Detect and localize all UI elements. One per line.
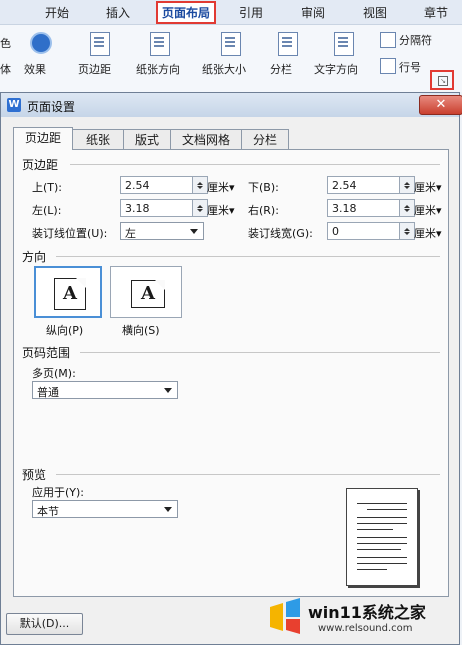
- effects-icon[interactable]: [30, 32, 52, 54]
- gutter-width-unit[interactable]: 厘米▾: [414, 225, 442, 241]
- watermark: win11系统之家 www.relsound.com: [258, 593, 458, 641]
- landscape-option[interactable]: A: [110, 266, 182, 318]
- separator-icon[interactable]: [380, 32, 396, 48]
- divider: [70, 164, 440, 165]
- tab-margins[interactable]: 页边距: [13, 127, 73, 150]
- ribbon-cut-label-2: 体: [0, 63, 11, 76]
- tab-paper[interactable]: 纸张: [72, 129, 124, 149]
- default-button[interactable]: 默认(D)...: [6, 613, 83, 635]
- divider: [56, 256, 440, 257]
- gutter-position-label: 装订线位置(U):: [32, 227, 108, 240]
- orientation-section-title: 方向: [22, 250, 47, 264]
- separator-button[interactable]: 分隔符: [399, 32, 432, 48]
- paper-size-icon[interactable]: [221, 32, 241, 56]
- right-margin-value: 3.18: [332, 202, 357, 215]
- right-margin-label: 右(R):: [248, 204, 279, 217]
- tab-columns[interactable]: 分栏: [241, 129, 289, 149]
- margins-section-title: 页边距: [22, 158, 59, 172]
- menu-chapter[interactable]: 章节: [424, 4, 448, 21]
- multi-page-select[interactable]: 普通: [32, 381, 178, 399]
- spinner-arrows-icon[interactable]: [399, 177, 414, 193]
- left-margin-label: 左(L):: [32, 204, 62, 217]
- close-icon: ✕: [435, 97, 447, 112]
- gutter-width-value: 0: [332, 225, 339, 238]
- margins-icon[interactable]: [90, 32, 110, 56]
- left-margin-value: 3.18: [125, 202, 150, 215]
- watermark-logo-icon: [270, 598, 300, 634]
- landscape-label: 横向(S): [122, 324, 160, 337]
- ribbon-cut-label-1: 色: [0, 37, 11, 50]
- bottom-margin-input[interactable]: 2.54: [327, 176, 415, 194]
- close-button[interactable]: ✕: [419, 95, 462, 115]
- apply-to-select[interactable]: 本节: [32, 500, 178, 518]
- columns-icon[interactable]: [278, 32, 298, 56]
- top-margin-unit[interactable]: 厘米▾: [207, 179, 235, 195]
- line-number-icon[interactable]: [380, 58, 396, 74]
- margins-button[interactable]: 页边距: [78, 61, 111, 77]
- portrait-page-icon: A: [54, 278, 86, 310]
- app-icon: W: [7, 98, 21, 112]
- text-direction-button[interactable]: 文字方向: [314, 61, 358, 77]
- multi-page-value: 普通: [37, 386, 59, 399]
- spinner-arrows-icon[interactable]: [399, 200, 414, 216]
- top-margin-label: 上(T):: [32, 181, 63, 194]
- page-preview: [346, 488, 418, 586]
- page-range-section-title: 页码范围: [22, 346, 71, 360]
- text-direction-icon[interactable]: [334, 32, 354, 56]
- divider: [80, 352, 440, 353]
- right-margin-input[interactable]: 3.18: [327, 199, 415, 217]
- effects-button[interactable]: 效果: [24, 61, 46, 77]
- dialog-title: 页面设置: [27, 100, 76, 114]
- spinner-arrows-icon[interactable]: [399, 223, 414, 239]
- landscape-page-icon: A: [131, 280, 165, 308]
- menu-view[interactable]: 视图: [363, 4, 387, 21]
- chevron-down-icon: [164, 507, 172, 516]
- chevron-down-icon: [190, 229, 198, 238]
- gutter-position-value: 左: [125, 227, 136, 240]
- top-margin-input[interactable]: 2.54: [120, 176, 208, 194]
- left-margin-unit[interactable]: 厘米▾: [207, 202, 235, 218]
- orientation-icon[interactable]: [150, 32, 170, 56]
- spinner-arrows-icon[interactable]: [192, 177, 207, 193]
- apply-to-label: 应用于(Y):: [32, 486, 85, 499]
- ribbon: 开始 插入 页面布局 引用 审阅 视图 章节 色 体 效果 页边距 纸张方向 纸…: [0, 0, 462, 92]
- preview-section-title: 预览: [22, 468, 47, 482]
- orientation-button[interactable]: 纸张方向: [136, 61, 180, 77]
- paper-size-button[interactable]: 纸张大小: [202, 61, 246, 77]
- divider: [56, 474, 440, 475]
- page-setup-launcher[interactable]: ↘: [430, 70, 454, 90]
- tab-doc-grid[interactable]: 文档网格: [170, 129, 242, 149]
- spinner-arrows-icon[interactable]: [192, 200, 207, 216]
- bottom-margin-label: 下(B):: [248, 181, 279, 194]
- watermark-url: www.relsound.com: [318, 623, 413, 634]
- portrait-label: 纵向(P): [46, 324, 84, 337]
- menu-insert[interactable]: 插入: [106, 4, 130, 21]
- columns-button[interactable]: 分栏: [270, 61, 292, 77]
- gutter-width-label: 装订线宽(G):: [248, 227, 313, 240]
- dialog-launcher-icon: ↘: [438, 76, 448, 86]
- apply-to-value: 本节: [37, 505, 59, 518]
- dialog-titlebar[interactable]: W 页面设置 ✕: [1, 93, 462, 117]
- bottom-margin-value: 2.54: [332, 179, 357, 192]
- menu-bar: 开始 插入 页面布局 引用 审阅 视图 章节: [0, 0, 462, 25]
- gutter-position-select[interactable]: 左: [120, 222, 204, 240]
- gutter-width-input[interactable]: 0: [327, 222, 415, 240]
- portrait-option[interactable]: A: [34, 266, 102, 318]
- bottom-margin-unit[interactable]: 厘米▾: [414, 179, 442, 195]
- left-margin-input[interactable]: 3.18: [120, 199, 208, 217]
- watermark-text: win11系统之家: [308, 603, 426, 622]
- chevron-down-icon: [164, 388, 172, 397]
- menu-review[interactable]: 审阅: [301, 4, 325, 21]
- menu-home[interactable]: 开始: [45, 4, 69, 21]
- line-number-button[interactable]: 行号: [399, 59, 421, 75]
- right-margin-unit[interactable]: 厘米▾: [414, 202, 442, 218]
- multi-page-label: 多页(M):: [32, 367, 76, 380]
- menu-references[interactable]: 引用: [239, 4, 263, 21]
- menu-page-layout[interactable]: 页面布局: [156, 1, 217, 24]
- page-setup-dialog: W 页面设置 ✕ 页边距 纸张 版式 文档网格 分栏 页边距 上(T): 2.5…: [0, 92, 462, 645]
- tab-layout[interactable]: 版式: [123, 129, 171, 149]
- top-margin-value: 2.54: [125, 179, 150, 192]
